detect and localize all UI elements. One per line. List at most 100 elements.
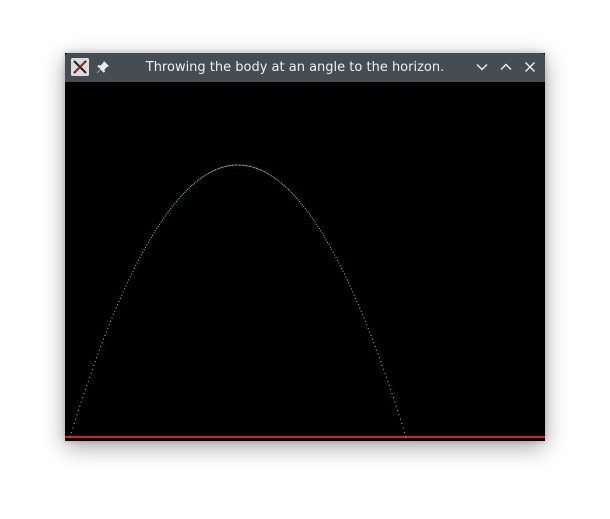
trajectory-point <box>154 230 156 232</box>
trajectory-point <box>272 176 274 178</box>
trajectory-point <box>349 285 351 287</box>
chevron-down-icon[interactable] <box>474 59 490 75</box>
trajectory-point <box>322 234 324 236</box>
x-window-icon[interactable] <box>71 58 89 76</box>
trajectory-point <box>223 166 225 168</box>
trajectory-point <box>248 165 250 167</box>
trajectory-point <box>395 405 397 407</box>
trajectory-point <box>77 409 79 412</box>
trajectory-point <box>271 175 273 177</box>
trajectory-point <box>98 349 100 351</box>
trajectory-point <box>332 251 334 253</box>
pin-icon[interactable] <box>95 59 111 75</box>
close-icon[interactable] <box>522 59 538 75</box>
trajectory-point <box>157 225 159 227</box>
trajectory-point <box>370 334 372 337</box>
trajectory-point <box>219 167 221 169</box>
trajectory-point <box>364 320 366 322</box>
trajectory-point <box>153 232 155 234</box>
trajectory-point <box>160 221 162 223</box>
trajectory-point <box>170 207 172 210</box>
trajectory-point <box>119 297 121 299</box>
trajectory-point <box>331 249 333 251</box>
trajectory-point <box>313 219 315 221</box>
trajectory-point <box>210 171 212 173</box>
trajectory-point <box>394 401 396 403</box>
trajectory-point <box>384 372 386 374</box>
trajectory-point <box>76 414 78 416</box>
trajectory-point <box>306 209 308 211</box>
trajectory-point <box>255 167 257 169</box>
trajectory-point <box>229 165 231 167</box>
trajectory-point <box>377 353 379 355</box>
app-window: Throwing the body at an angle to the hor… <box>65 53 545 441</box>
trajectory-point <box>356 300 358 303</box>
trajectory-point <box>126 282 128 284</box>
trajectory-point <box>195 181 197 183</box>
trajectory-point <box>325 239 327 241</box>
trajectory-point <box>231 164 233 166</box>
trajectory-point <box>90 372 92 374</box>
trajectory-point <box>293 194 295 196</box>
trajectory-point <box>324 237 326 239</box>
trajectory-plot <box>65 82 545 441</box>
trajectory-point <box>128 279 130 281</box>
trajectory-point <box>402 427 404 429</box>
trajectory-point <box>371 338 373 340</box>
trajectory-point <box>366 324 368 326</box>
trajectory-point <box>258 168 260 170</box>
trajectory-point <box>147 241 149 243</box>
trajectory-point <box>167 211 169 213</box>
trajectory-point <box>149 239 151 241</box>
trajectory-point <box>226 165 228 167</box>
trajectory-point <box>171 206 173 208</box>
trajectory-point <box>108 324 110 326</box>
trajectory-point <box>100 345 102 347</box>
trajectory-point <box>308 213 310 215</box>
trajectory-point <box>191 185 193 187</box>
trajectory-point <box>287 188 289 191</box>
trajectory-point <box>404 431 406 434</box>
trajectory-point <box>227 165 229 167</box>
trajectory-point <box>181 194 183 196</box>
trajectory-point <box>115 307 117 309</box>
trajectory-point <box>135 265 137 267</box>
trajectory-point <box>215 169 217 171</box>
trajectory-point <box>329 246 331 248</box>
trajectory-point <box>97 353 99 355</box>
trajectory-point <box>387 380 389 382</box>
trajectory-point <box>294 196 296 198</box>
trajectory-point <box>209 172 211 174</box>
trajectory-point <box>73 423 75 425</box>
trajectory-point <box>244 164 246 167</box>
trajectory-point <box>317 225 319 227</box>
trajectory-point <box>355 297 357 299</box>
trajectory-point <box>136 262 138 264</box>
trajectory-point <box>310 215 312 217</box>
trajectory-point <box>369 331 371 333</box>
trajectory-point <box>304 207 306 210</box>
trajectory-point <box>259 169 261 171</box>
trajectory-point <box>184 191 186 193</box>
chevron-up-icon[interactable] <box>498 59 514 75</box>
trajectory-point <box>133 267 135 269</box>
trajectory-point <box>189 186 191 188</box>
trajectory-point <box>353 294 355 296</box>
trajectory-point <box>399 418 401 420</box>
trajectory-point <box>202 176 204 178</box>
trajectory-point <box>278 180 280 182</box>
trajectory-point <box>173 204 175 206</box>
trajectory-point <box>261 169 263 172</box>
trajectory-point <box>300 202 302 204</box>
title-bar[interactable]: Throwing the body at an angle to the hor… <box>65 53 545 82</box>
trajectory-point <box>125 285 127 287</box>
trajectory-point <box>198 179 200 181</box>
trajectory-point <box>107 327 109 329</box>
trajectory-point <box>343 273 345 275</box>
trajectory-point <box>145 246 147 248</box>
trajectory-point <box>362 314 364 316</box>
trajectory-point <box>296 197 298 199</box>
trajectory-point <box>188 187 190 189</box>
trajectory-point <box>251 166 253 168</box>
trajectory-point <box>381 364 383 366</box>
